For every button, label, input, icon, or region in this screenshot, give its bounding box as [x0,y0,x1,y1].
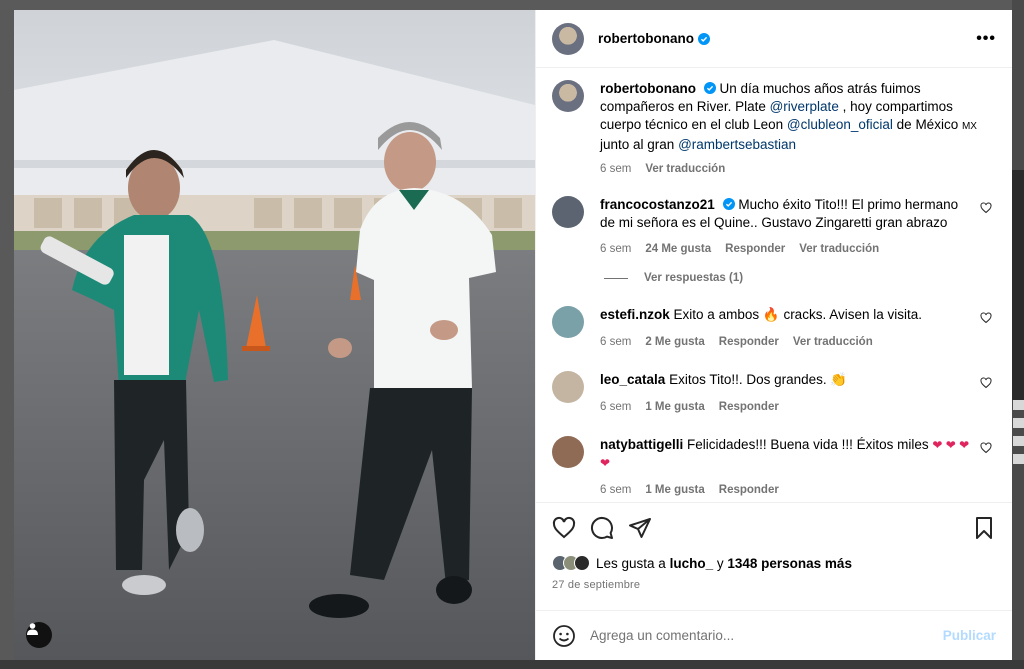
comment-item: leo_catala Exitos Tito!!. Dos grandes. 👏… [552,371,996,416]
see-translation-link[interactable]: Ver traducción [793,333,873,351]
background-text-fragment [1013,418,1024,428]
view-replies-button[interactable]: Ver respuestas (1) [604,272,996,284]
caption-time[interactable]: 6 sem [600,160,631,178]
liker-username[interactable]: lucho_ [670,556,714,571]
author-avatar[interactable] [552,80,584,112]
background-page-top [0,0,1024,10]
post-date[interactable]: 27 de septiembre [552,579,996,591]
emoji-icon[interactable] [552,624,576,648]
comment-text: Exitos Tito!!. Dos grandes. [669,372,827,387]
liker-avatar [574,555,590,571]
comment-text: Felicidades!!! Buena vida !!! Éxitos mil… [687,437,929,452]
background-text-fragment [1013,400,1024,410]
comment-time[interactable]: 6 sem [600,481,631,499]
post-header: robertobonano ••• [536,10,1012,68]
clap-emoji: 👏 [830,372,848,387]
comment-input[interactable] [590,628,943,643]
heart-icon[interactable] [980,377,992,389]
commenter-username[interactable]: natybattigelli [600,437,683,452]
commenter-avatar[interactable] [552,436,584,468]
commenter-avatar[interactable] [552,306,584,338]
comment-likes[interactable]: 24 Me gusta [645,240,711,258]
comment-icon[interactable] [590,516,614,540]
caption-text: junto al gran [600,137,679,152]
flag-mexico: MX [961,121,977,132]
see-translation-link[interactable]: Ver traducción [645,160,725,178]
commenter-avatar[interactable] [552,196,584,228]
author-username-text[interactable]: robertobonano [598,31,694,46]
comment-item: francocostanzo21 Mucho éxito Tito!!! El … [552,196,996,258]
verified-badge-icon [698,32,710,45]
heart-icon[interactable] [980,202,992,214]
post-modal: robertobonano ••• robertobonano Un día m… [14,10,1012,660]
background-sliver [1012,170,1024,400]
view-replies-label[interactable]: Ver respuestas (1) [644,272,743,284]
background-page-right [1012,0,1024,669]
background-page-bottom [0,660,1024,669]
share-icon[interactable] [628,516,652,540]
action-icons [552,515,996,541]
comment-text: cracks. Avisen la visita. [783,307,922,322]
comment-likes[interactable]: 1 Me gusta [645,481,704,499]
comment-item: natybattigelli Felicidades!!! Buena vida… [552,436,996,499]
post-caption: robertobonano Un día muchos años atrás f… [552,80,996,178]
see-translation-link[interactable]: Ver traducción [799,240,879,258]
verified-badge-icon [703,82,716,94]
comment-likes[interactable]: 1 Me gusta [645,398,704,416]
comment-time[interactable]: 6 sem [600,398,631,416]
comment-item: estefi.nzok Exito a ambos 🔥 cracks. Avis… [552,306,996,351]
comment-text: Exito a ambos [673,307,760,322]
comment-time[interactable]: 6 sem [600,333,631,351]
mention-link[interactable]: @riverplate [770,99,839,114]
post-image [14,10,535,660]
caption-username[interactable]: robertobonano [600,81,696,96]
user-tag-icon [27,623,38,635]
heart-icon[interactable] [980,442,992,454]
likes-summary: Les gusta a lucho_ y 1348 personas más [552,555,996,571]
add-comment-bar: Publicar [536,610,1012,660]
replies-divider [604,277,628,279]
more-options-icon[interactable]: ••• [976,30,996,48]
background-text-fragment [1013,436,1024,446]
post-side-panel: robertobonano ••• robertobonano Un día m… [535,10,1012,660]
likes-prefix: Les gusta a [596,555,666,571]
reply-button[interactable]: Responder [719,398,779,416]
verified-badge-icon [722,198,735,210]
mention-link[interactable]: @rambertsebastian [678,137,796,152]
commenter-avatar[interactable] [552,371,584,403]
publish-button[interactable]: Publicar [943,628,996,643]
reply-button[interactable]: Responder [725,240,785,258]
author-username[interactable]: robertobonano [598,31,710,46]
post-photo[interactable] [14,10,535,660]
reply-button[interactable]: Responder [719,333,779,351]
heart-icon[interactable] [552,516,576,540]
fire-emoji: 🔥 [762,307,780,322]
liker-avatars [552,555,590,571]
post-actions: Les gusta a lucho_ y 1348 personas más 2… [536,502,1012,610]
tagged-users-button[interactable] [26,622,52,648]
heart-icon[interactable] [980,312,992,324]
mention-link[interactable]: @clubleon_oficial [787,117,893,132]
likes-connector: y [716,555,724,571]
commenter-username[interactable]: leo_catala [600,372,665,387]
author-avatar[interactable] [552,22,584,55]
caption-text: de México [892,117,962,132]
others-likes-link[interactable]: 1348 personas más [727,556,852,571]
commenter-username[interactable]: estefi.nzok [600,307,670,322]
comment-likes[interactable]: 2 Me gusta [645,333,704,351]
reply-button[interactable]: Responder [719,481,779,499]
comments-list: robertobonano Un día muchos años atrás f… [536,68,1012,502]
save-icon[interactable] [972,516,996,540]
comment-time[interactable]: 6 sem [600,240,631,258]
background-text-fragment [1013,454,1024,464]
commenter-username[interactable]: francocostanzo21 [600,197,715,212]
